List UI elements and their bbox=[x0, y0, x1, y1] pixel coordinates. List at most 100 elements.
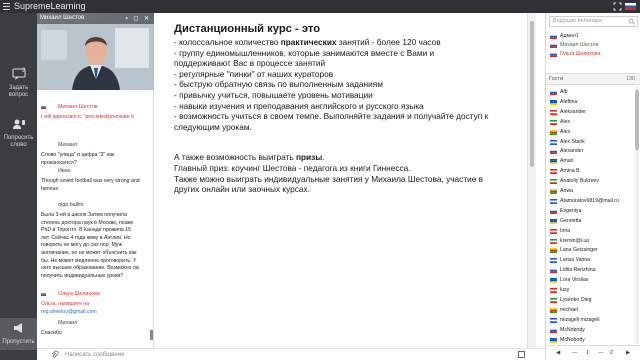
participants-pager: ◀ — 1 — 2 ▶ bbox=[546, 345, 640, 360]
slide-line: - навыки изучения и преподавания английс… bbox=[174, 100, 424, 111]
guest-row[interactable]: Evgeniya bbox=[546, 207, 634, 216]
guest-row[interactable]: mizageli mizageli bbox=[546, 316, 634, 325]
ask-count: 2 bbox=[22, 68, 26, 74]
next-page-icon[interactable]: ▶ bbox=[626, 346, 630, 360]
guest-row[interactable]: Lana Geissinger bbox=[546, 246, 634, 255]
guest-row[interactable]: Aman bbox=[546, 157, 634, 166]
guest-row[interactable]: Aleftina bbox=[546, 98, 634, 107]
guest-row[interactable]: Irina bbox=[546, 227, 634, 236]
slide-line: - привычку учиться, повышаете уровень мо… bbox=[174, 89, 373, 100]
guest-row[interactable]: McNobody bbox=[546, 336, 634, 345]
country-flag-icon bbox=[550, 208, 557, 214]
presenter-video[interactable]: Михаил Шестов ▪ ◻ ✕ bbox=[37, 13, 154, 90]
title-bar: SupremeLearning bbox=[0, 0, 640, 13]
user-flag-icon bbox=[41, 105, 46, 109]
slide-line: А также возможность выиграть призы. bbox=[174, 152, 325, 163]
country-flag-icon bbox=[550, 278, 557, 284]
country-flag-icon bbox=[550, 90, 557, 95]
guest-row[interactable]: Alex bbox=[546, 118, 634, 127]
slide-line: - группу единомышленников, которые заним… bbox=[174, 47, 435, 58]
slide-line: - регулярные "пинки" от наших кураторов bbox=[174, 68, 334, 79]
slide-area: Дистанционный курс - это - колоссальное … bbox=[155, 13, 545, 348]
message-author: Иван bbox=[58, 168, 71, 174]
message-text: Ольга, напишите на reg.sheelov@gmail.com bbox=[41, 301, 97, 315]
country-flag-icon bbox=[550, 119, 557, 125]
host-row[interactable]: Админ1 bbox=[546, 32, 634, 41]
message-author: Ольга Шелихова bbox=[58, 291, 100, 297]
guests-count: 130 bbox=[625, 76, 635, 82]
guest-row[interactable]: Aleksander bbox=[546, 108, 634, 117]
message-author: Михаил bbox=[58, 320, 78, 326]
country-flag-icon bbox=[550, 268, 557, 274]
chat-input[interactable]: Написать сообщение bbox=[65, 350, 124, 360]
guest-row[interactable]: Alb bbox=[546, 88, 634, 97]
expand-icon[interactable] bbox=[518, 351, 525, 358]
country-flag-icon bbox=[550, 43, 557, 48]
country-flag-icon bbox=[550, 307, 557, 313]
message-author: olga ballini bbox=[58, 202, 84, 208]
message-text: Была 3-ей в школе.Затем получила степень… bbox=[41, 212, 139, 279]
ask-question-button[interactable]: 2 Задать вопрос bbox=[0, 68, 37, 99]
slide-scroll-thumb[interactable] bbox=[530, 21, 534, 167]
participants-scrollbar[interactable] bbox=[635, 86, 639, 344]
country-flag-icon bbox=[550, 337, 557, 343]
language-flag-icon[interactable] bbox=[625, 3, 636, 10]
fullscreen-icon[interactable] bbox=[613, 2, 622, 11]
guest-row[interactable]: lusy bbox=[546, 286, 634, 295]
request-label: Попросить слово bbox=[3, 135, 34, 148]
email-link[interactable]: reg.sheelov@gmail.com bbox=[41, 309, 97, 315]
chat-input-bar: Написать сообщение bbox=[37, 348, 154, 360]
guest-row[interactable]: Lora Virslias bbox=[546, 276, 634, 285]
country-flag-icon bbox=[550, 218, 557, 224]
host-row[interactable]: Ольга Шелихова bbox=[546, 50, 634, 59]
participants-panel: Ведущие вебинара Админ1 Михаил Шестов Ольг… bbox=[545, 13, 640, 360]
guest-row[interactable]: Genrietta bbox=[546, 217, 634, 226]
message-text: Спасибо bbox=[41, 330, 62, 336]
current-page[interactable]: 1 bbox=[586, 346, 589, 360]
participants-search[interactable]: Ведущие вебинара bbox=[549, 16, 638, 27]
guest-row[interactable]: michael bbox=[546, 306, 634, 315]
guest-row[interactable]: Lysenko Oleg bbox=[546, 296, 634, 305]
paperclip-icon[interactable] bbox=[51, 351, 59, 359]
country-flag-icon bbox=[550, 179, 557, 185]
raise-hand-icon bbox=[12, 119, 25, 129]
country-flag-icon bbox=[550, 109, 557, 115]
guest-row[interactable]: Larisa Varina bbox=[546, 256, 634, 265]
country-flag-icon bbox=[550, 288, 557, 293]
host-row[interactable]: Михаил Шестов bbox=[546, 41, 634, 50]
country-flag-icon bbox=[550, 169, 557, 175]
slide-line: - колоссальное количество практических з… bbox=[174, 37, 441, 47]
video-controls[interactable]: ▪ ◻ ✕ bbox=[126, 15, 151, 22]
mute-button[interactable]: Пропустить bbox=[0, 318, 37, 350]
country-flag-icon bbox=[550, 238, 557, 244]
megaphone-icon bbox=[13, 323, 22, 333]
guest-row[interactable]: kremin@i.ua bbox=[546, 237, 634, 246]
ask-label: Задать вопрос bbox=[8, 85, 29, 98]
search-icon bbox=[628, 18, 635, 25]
guest-row[interactable]: McNobody bbox=[546, 326, 634, 335]
guest-row[interactable]: Anatoliy Bukreev bbox=[546, 177, 634, 186]
guest-row[interactable]: Amina B bbox=[546, 167, 634, 176]
country-flag-icon bbox=[550, 52, 557, 57]
chat-messages[interactable]: Михаил Шестов I will appreciate it. "pre… bbox=[37, 90, 150, 345]
country-flag-icon bbox=[550, 159, 557, 165]
guest-row[interactable]: Alex Starik bbox=[546, 138, 634, 147]
total-pages: 2 bbox=[610, 350, 614, 356]
guest-row[interactable]: Alex bbox=[546, 128, 634, 137]
guest-row[interactable]: Atamuratov6819@mail.ru bbox=[546, 197, 634, 206]
slide-scrollbar[interactable] bbox=[527, 13, 536, 348]
app-title: SupremeLearning bbox=[14, 1, 86, 11]
request-word-button[interactable]: Попросить слово bbox=[0, 118, 37, 149]
guests-header: Гости 130 bbox=[546, 73, 640, 85]
chat-scrollbar[interactable] bbox=[150, 330, 153, 340]
guests-label: Гости bbox=[549, 76, 564, 82]
country-flag-icon bbox=[550, 129, 557, 135]
country-flag-icon bbox=[550, 327, 557, 333]
guest-row[interactable]: Alexander bbox=[546, 147, 634, 156]
guest-row[interactable]: Anwa bbox=[546, 187, 634, 196]
prev-page-icon[interactable]: ◀ bbox=[556, 346, 560, 360]
guest-row[interactable]: Lidiia Renzhina bbox=[546, 266, 634, 275]
mute-label: Пропустить bbox=[2, 339, 35, 345]
hamburger-menu-icon[interactable] bbox=[2, 1, 11, 11]
message-text: I will appreciate it. "precieted/preciea… bbox=[41, 114, 134, 120]
